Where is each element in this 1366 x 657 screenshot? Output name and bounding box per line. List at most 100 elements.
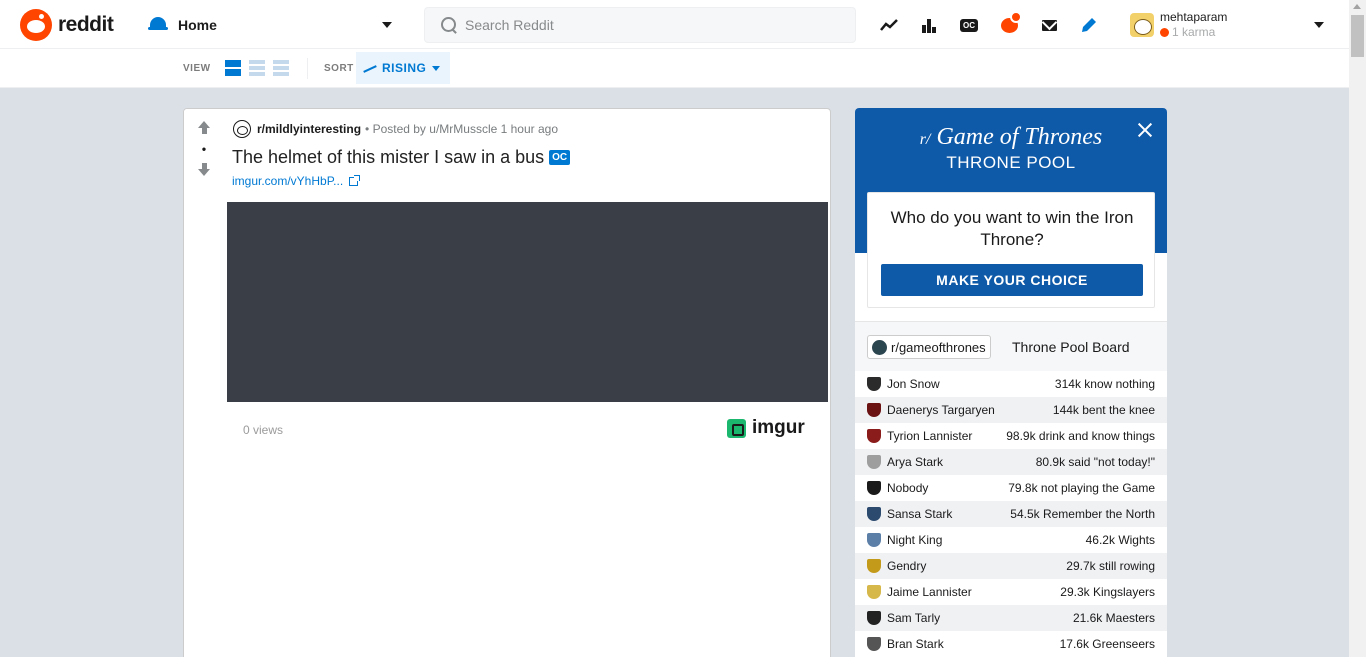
reddit-logo[interactable]: reddit [20,9,114,41]
envelope-icon [1041,19,1057,31]
board-header: r/gameofthrones Throne Pool Board [855,321,1167,371]
imgur-text: imgur [752,417,805,438]
board-row-stat: 314k know nothing [1054,377,1155,391]
create-post-icon[interactable] [1076,12,1102,38]
board-row[interactable]: Gendry 29.7k still rowing [855,553,1167,579]
close-icon[interactable] [1137,122,1153,138]
home-label: Home [178,17,217,33]
make-choice-button[interactable]: MAKE YOUR CHOICE [881,264,1143,296]
oc-icon[interactable]: OC [956,12,982,38]
board-row-name: Arya Stark [887,455,944,469]
board-row[interactable]: Bran Stark 17.6k Greenseers [855,631,1167,657]
leaderboard-icon[interactable] [916,12,942,38]
user-menu[interactable]: mehtaparam 1 karma [1130,8,1330,42]
card-view-icon[interactable] [225,60,241,76]
board-row[interactable]: Arya Stark 80.9k said "not today!" [855,449,1167,475]
house-sigil-icon [867,585,881,599]
user-karma: 1 karma [1160,25,1227,40]
top-header: reddit Home OC mehtapara [0,0,1349,49]
post-card[interactable]: • r/mildlyinteresting • Posted by u/MrMu… [183,108,831,657]
widget-title-text: Game of Thrones [936,124,1103,150]
board-row-stat: 29.3k Kingslayers [1060,585,1155,599]
house-sigil-icon [867,377,881,391]
widget-title: r/ Game of Thrones [855,124,1167,151]
subreddit-link[interactable]: r/mildlyinteresting [257,122,361,136]
trending-icon[interactable] [876,12,902,38]
user-info: mehtaparam 1 karma [1160,10,1227,40]
page-scrollbar[interactable] [1349,0,1366,657]
downvote-arrow-icon[interactable] [198,163,211,176]
imgur-logo[interactable]: imgur [727,417,805,439]
upvote-arrow-icon[interactable] [198,121,211,134]
vote-column: • [184,109,224,657]
board-row-stat: 54.5k Remember the North [1010,507,1155,521]
mail-icon[interactable] [1036,12,1062,38]
board-row-name: Nobody [887,481,929,495]
vote-score: • [201,142,207,156]
board-row-stat: 21.6k Maesters [1072,611,1155,625]
house-sigil-icon [867,559,881,573]
chevron-down-icon [432,65,441,71]
post-media[interactable] [227,202,828,402]
scroll-up-arrow-icon[interactable] [1353,4,1361,9]
board-row-stat: 46.2k Wights [1085,533,1155,547]
board-title: Throne Pool Board [1012,339,1130,355]
search-bar[interactable] [424,7,856,43]
home-icon [148,15,168,35]
post-title-text: The helmet of this mister I saw in a bus [232,147,545,167]
house-sigil-icon [867,507,881,521]
board-row[interactable]: Sam Tarly 21.6k Maesters [855,605,1167,631]
board-row-name: Jaime Lannister [887,585,972,599]
view-options [225,60,297,76]
subreddit-icon [872,339,887,355]
subreddit-icon[interactable] [233,120,251,138]
post-link-text: imgur.com/vYhHbP... [232,174,344,188]
username: mehtaparam [1160,10,1228,24]
board-row-name: Jon Snow [887,377,940,391]
board-row-name: Sansa Stark [887,507,953,521]
search-input[interactable] [465,17,845,33]
board-row[interactable]: Tyrion Lannister 98.9k drink and know thi… [855,423,1167,449]
sort-value: RISING [382,61,427,75]
sort-dropdown[interactable]: RISING [356,52,450,84]
board-row-name: Night King [887,533,943,547]
posted-by: • Posted by u/MrMusscle 1 hour ago [365,122,558,136]
header-icons: OC [876,11,1116,38]
external-link-icon [349,174,361,186]
post-link[interactable]: imgur.com/vYhHbP... [232,174,361,188]
chat-icon[interactable] [996,11,1022,38]
board-row[interactable]: Jaime Lannister 29.3k Kingslayers [855,579,1167,605]
board-row[interactable]: Daenerys Targaryen 144k bent the knee [855,397,1167,423]
rising-icon [363,63,377,73]
logo-text: reddit [58,13,114,36]
house-sigil-icon [867,611,881,625]
board-row[interactable]: Jon Snow 314k know nothing [855,371,1167,397]
board-row-stat: 17.6k Greenseers [1059,637,1155,651]
karma-icon [1160,28,1169,37]
compact-view-icon[interactable] [273,60,289,76]
widget-title-prefix: r/ [919,131,931,148]
notification-dot-icon [1010,11,1022,23]
house-sigil-icon [867,403,881,417]
board-row-stat: 144k bent the knee [1052,403,1155,417]
divider [307,58,308,79]
house-sigil-icon [867,429,881,443]
board-row[interactable]: Nobody 79.8k not playing the Game [855,475,1167,501]
question-text: Who do you want to win the Iron Throne? [890,208,1134,249]
home-dropdown[interactable]: Home [148,10,398,40]
house-sigil-icon [867,481,881,495]
board-row-stat: 98.9k drink and know things [1006,429,1155,443]
board-subreddit-link[interactable]: r/gameofthrones [867,335,991,359]
chevron-down-icon [1314,22,1324,28]
post-title[interactable]: The helmet of this mister I saw in a bus… [232,147,571,168]
classic-view-icon[interactable] [249,60,265,76]
board-subreddit-text: r/gameofthrones [891,339,986,355]
board-row[interactable]: Sansa Stark 54.5k Remember the North [855,501,1167,527]
board-row-name: Tyrion Lannister [887,429,973,443]
sort-bar: VIEW SORT RISING [0,49,1349,88]
board-row-name: Gendry [887,559,927,573]
chevron-down-icon [382,22,392,28]
scroll-thumb[interactable] [1351,15,1364,57]
board-row[interactable]: Night King 46.2k Wights [855,527,1167,553]
post-meta: r/mildlyinteresting • Posted by u/MrMuss… [233,119,558,139]
